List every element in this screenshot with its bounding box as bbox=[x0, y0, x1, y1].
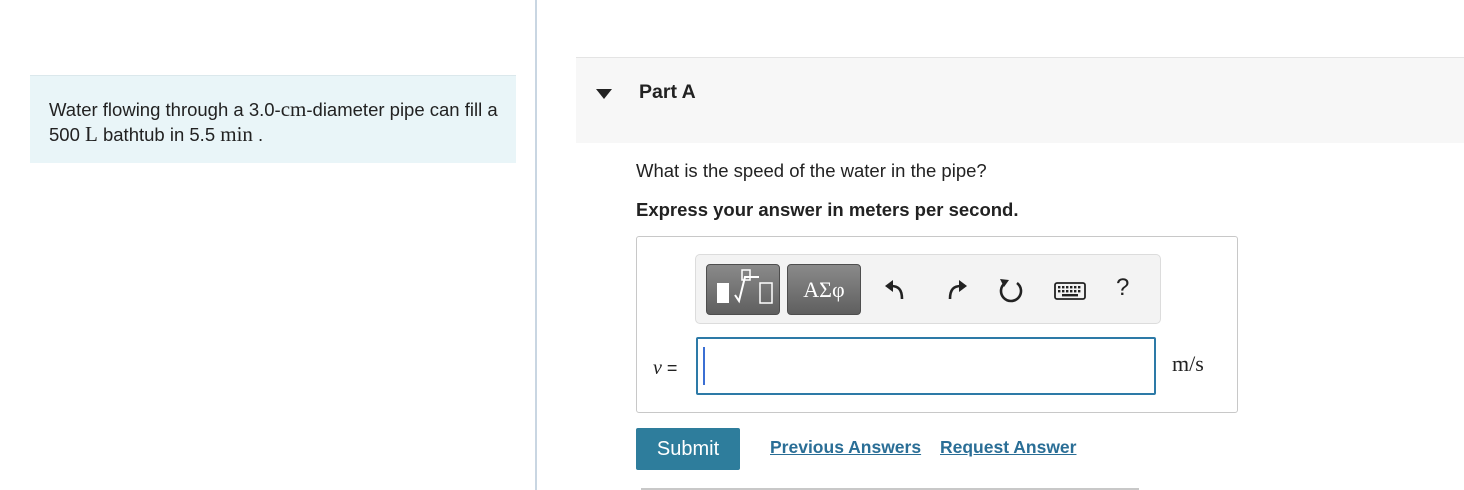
templates-button[interactable] bbox=[706, 264, 780, 315]
problem-statement: Water flowing through a 3.0-cm-diameter … bbox=[30, 75, 516, 163]
part-title: Part A bbox=[639, 81, 696, 103]
submit-button[interactable]: Submit bbox=[636, 428, 740, 470]
text-cursor bbox=[703, 347, 705, 385]
answer-unit: m/s bbox=[1172, 351, 1204, 376]
request-answer-link[interactable]: Request Answer bbox=[940, 437, 1076, 458]
question-text: What is the speed of the water in the pi… bbox=[636, 160, 987, 181]
reset-icon[interactable] bbox=[996, 275, 1026, 305]
math-toolbar: ΑΣφ ? bbox=[695, 254, 1161, 324]
answer-instruction: Express your answer in meters per second… bbox=[636, 199, 1019, 220]
undo-icon[interactable] bbox=[882, 275, 912, 305]
unit-cm: cm bbox=[280, 97, 307, 121]
answer-box: ΑΣφ ? v = m/s bbox=[636, 236, 1238, 413]
equals-sign: = bbox=[666, 358, 678, 378]
symbols-button[interactable]: ΑΣφ bbox=[787, 264, 861, 315]
problem-text-1: Water flowing through a 3.0- bbox=[49, 99, 281, 120]
help-button[interactable]: ? bbox=[1116, 274, 1129, 302]
unit-liters: L bbox=[85, 122, 98, 146]
problem-text-4: . bbox=[252, 124, 264, 145]
column-divider bbox=[535, 0, 537, 490]
part-a-header[interactable]: Part A bbox=[576, 57, 1464, 143]
redo-icon[interactable] bbox=[940, 275, 970, 305]
collapse-caret-icon[interactable] bbox=[596, 89, 612, 99]
problem-text-3: bathtub in 5.5 bbox=[97, 124, 221, 145]
keyboard-icon[interactable] bbox=[1054, 275, 1086, 305]
unit-minutes: min bbox=[220, 122, 253, 146]
answer-input[interactable] bbox=[696, 337, 1156, 395]
answer-variable-label: v = bbox=[653, 357, 677, 380]
templates-icon bbox=[717, 269, 773, 304]
variable-symbol: v bbox=[653, 357, 662, 379]
previous-answers-link[interactable]: Previous Answers bbox=[770, 437, 921, 458]
